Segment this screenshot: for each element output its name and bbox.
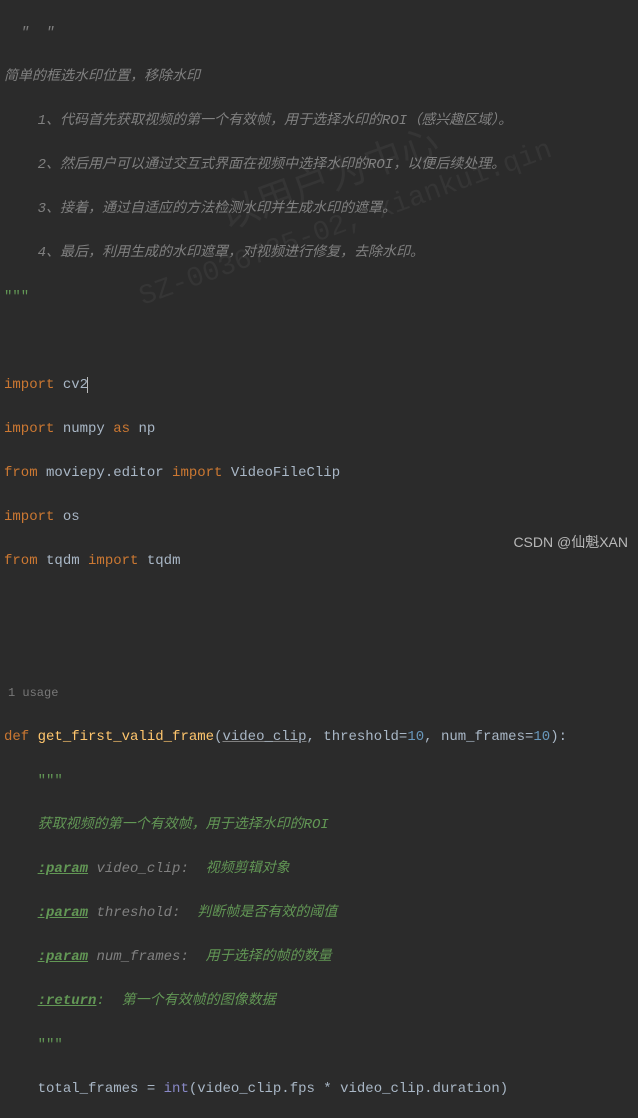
doc-p2-desc: 判断帧是否有效的阈值 bbox=[197, 905, 337, 921]
kw-as: as bbox=[113, 421, 130, 437]
param-num-frames: num_frames bbox=[441, 729, 525, 745]
mod-tqdm: tqdm bbox=[46, 553, 80, 569]
param-threshold: threshold bbox=[323, 729, 399, 745]
doc-p3-name: num_frames: bbox=[96, 949, 188, 965]
mod-os: os bbox=[63, 509, 80, 525]
kw-import-1: import bbox=[4, 377, 54, 393]
func-name: get_first_valid_frame bbox=[38, 729, 214, 745]
default-threshold: 10 bbox=[407, 729, 424, 745]
comment-step-4: 4、最后，利用生成的水印遮罩，对视频进行修复，去除水印。 bbox=[38, 245, 424, 261]
text-caret bbox=[87, 377, 88, 393]
kw-from-2: from bbox=[4, 553, 38, 569]
usage-hint[interactable]: 1 usage bbox=[4, 682, 634, 704]
mod-cv2: cv2 bbox=[63, 377, 88, 393]
docstring-close: """ bbox=[4, 289, 29, 305]
doc-p3-desc: 用于选择的帧的数量 bbox=[206, 949, 332, 965]
tag-return: :return bbox=[38, 993, 97, 1009]
docstring-close-2: """ bbox=[38, 1037, 63, 1053]
kw-import-5: import bbox=[88, 553, 138, 569]
kw-import-3: import bbox=[172, 465, 222, 481]
doc-p2-name: threshold: bbox=[96, 905, 180, 921]
doc-summary: 获取视频的第一个有效帧，用于选择水印的ROI bbox=[38, 817, 329, 833]
comment-step-1: 1、代码首先获取视频的第一个有效帧，用于选择水印的ROI（感兴趣区域）。 bbox=[38, 113, 513, 129]
tag-param-1: :param bbox=[38, 861, 88, 877]
doc-p1-desc: 视频剪辑对象 bbox=[206, 861, 290, 877]
func-close: ): bbox=[550, 729, 567, 745]
kw-import-2: import bbox=[4, 421, 54, 437]
param-video-clip: video_clip bbox=[222, 729, 306, 745]
docstring-open: """ bbox=[38, 773, 63, 789]
tag-param-2: :param bbox=[38, 905, 88, 921]
comment-step-2: 2、然后用户可以通过交互式界面在视频中选择水印的ROI，以便后续处理。 bbox=[38, 157, 506, 173]
builtin-int: int bbox=[164, 1081, 189, 1097]
tag-param-3: :param bbox=[38, 949, 88, 965]
name-tqdm: tqdm bbox=[147, 553, 181, 569]
mod-numpy: numpy bbox=[63, 421, 105, 437]
kw-from-1: from bbox=[4, 465, 38, 481]
default-num-frames: 10 bbox=[533, 729, 550, 745]
kw-def: def bbox=[4, 729, 29, 745]
attribution-label: CSDN @仙魁XAN bbox=[513, 531, 628, 553]
doc-return-desc: 第一个有效帧的图像数据 bbox=[122, 993, 276, 1009]
expr-1: (video_clip.fps * video_clip.duration) bbox=[189, 1081, 508, 1097]
alias-np: np bbox=[138, 421, 155, 437]
cls-vfc: VideoFileClip bbox=[231, 465, 340, 481]
mod-moviepy: moviepy.editor bbox=[46, 465, 164, 481]
comment-step-3: 3、接着，通过自适应的方法检测水印并生成水印的遮罩。 bbox=[38, 201, 396, 217]
comment-intro: 简单的框选水印位置，移除水印 bbox=[4, 69, 200, 85]
code-editor[interactable]: " " 简单的框选水印位置，移除水印 1、代码首先获取视频的第一个有效帧，用于选… bbox=[0, 0, 638, 1118]
kw-import-4: import bbox=[4, 509, 54, 525]
var-total-frames: total_frames bbox=[38, 1081, 139, 1097]
doc-p1-name: video_clip: bbox=[96, 861, 188, 877]
